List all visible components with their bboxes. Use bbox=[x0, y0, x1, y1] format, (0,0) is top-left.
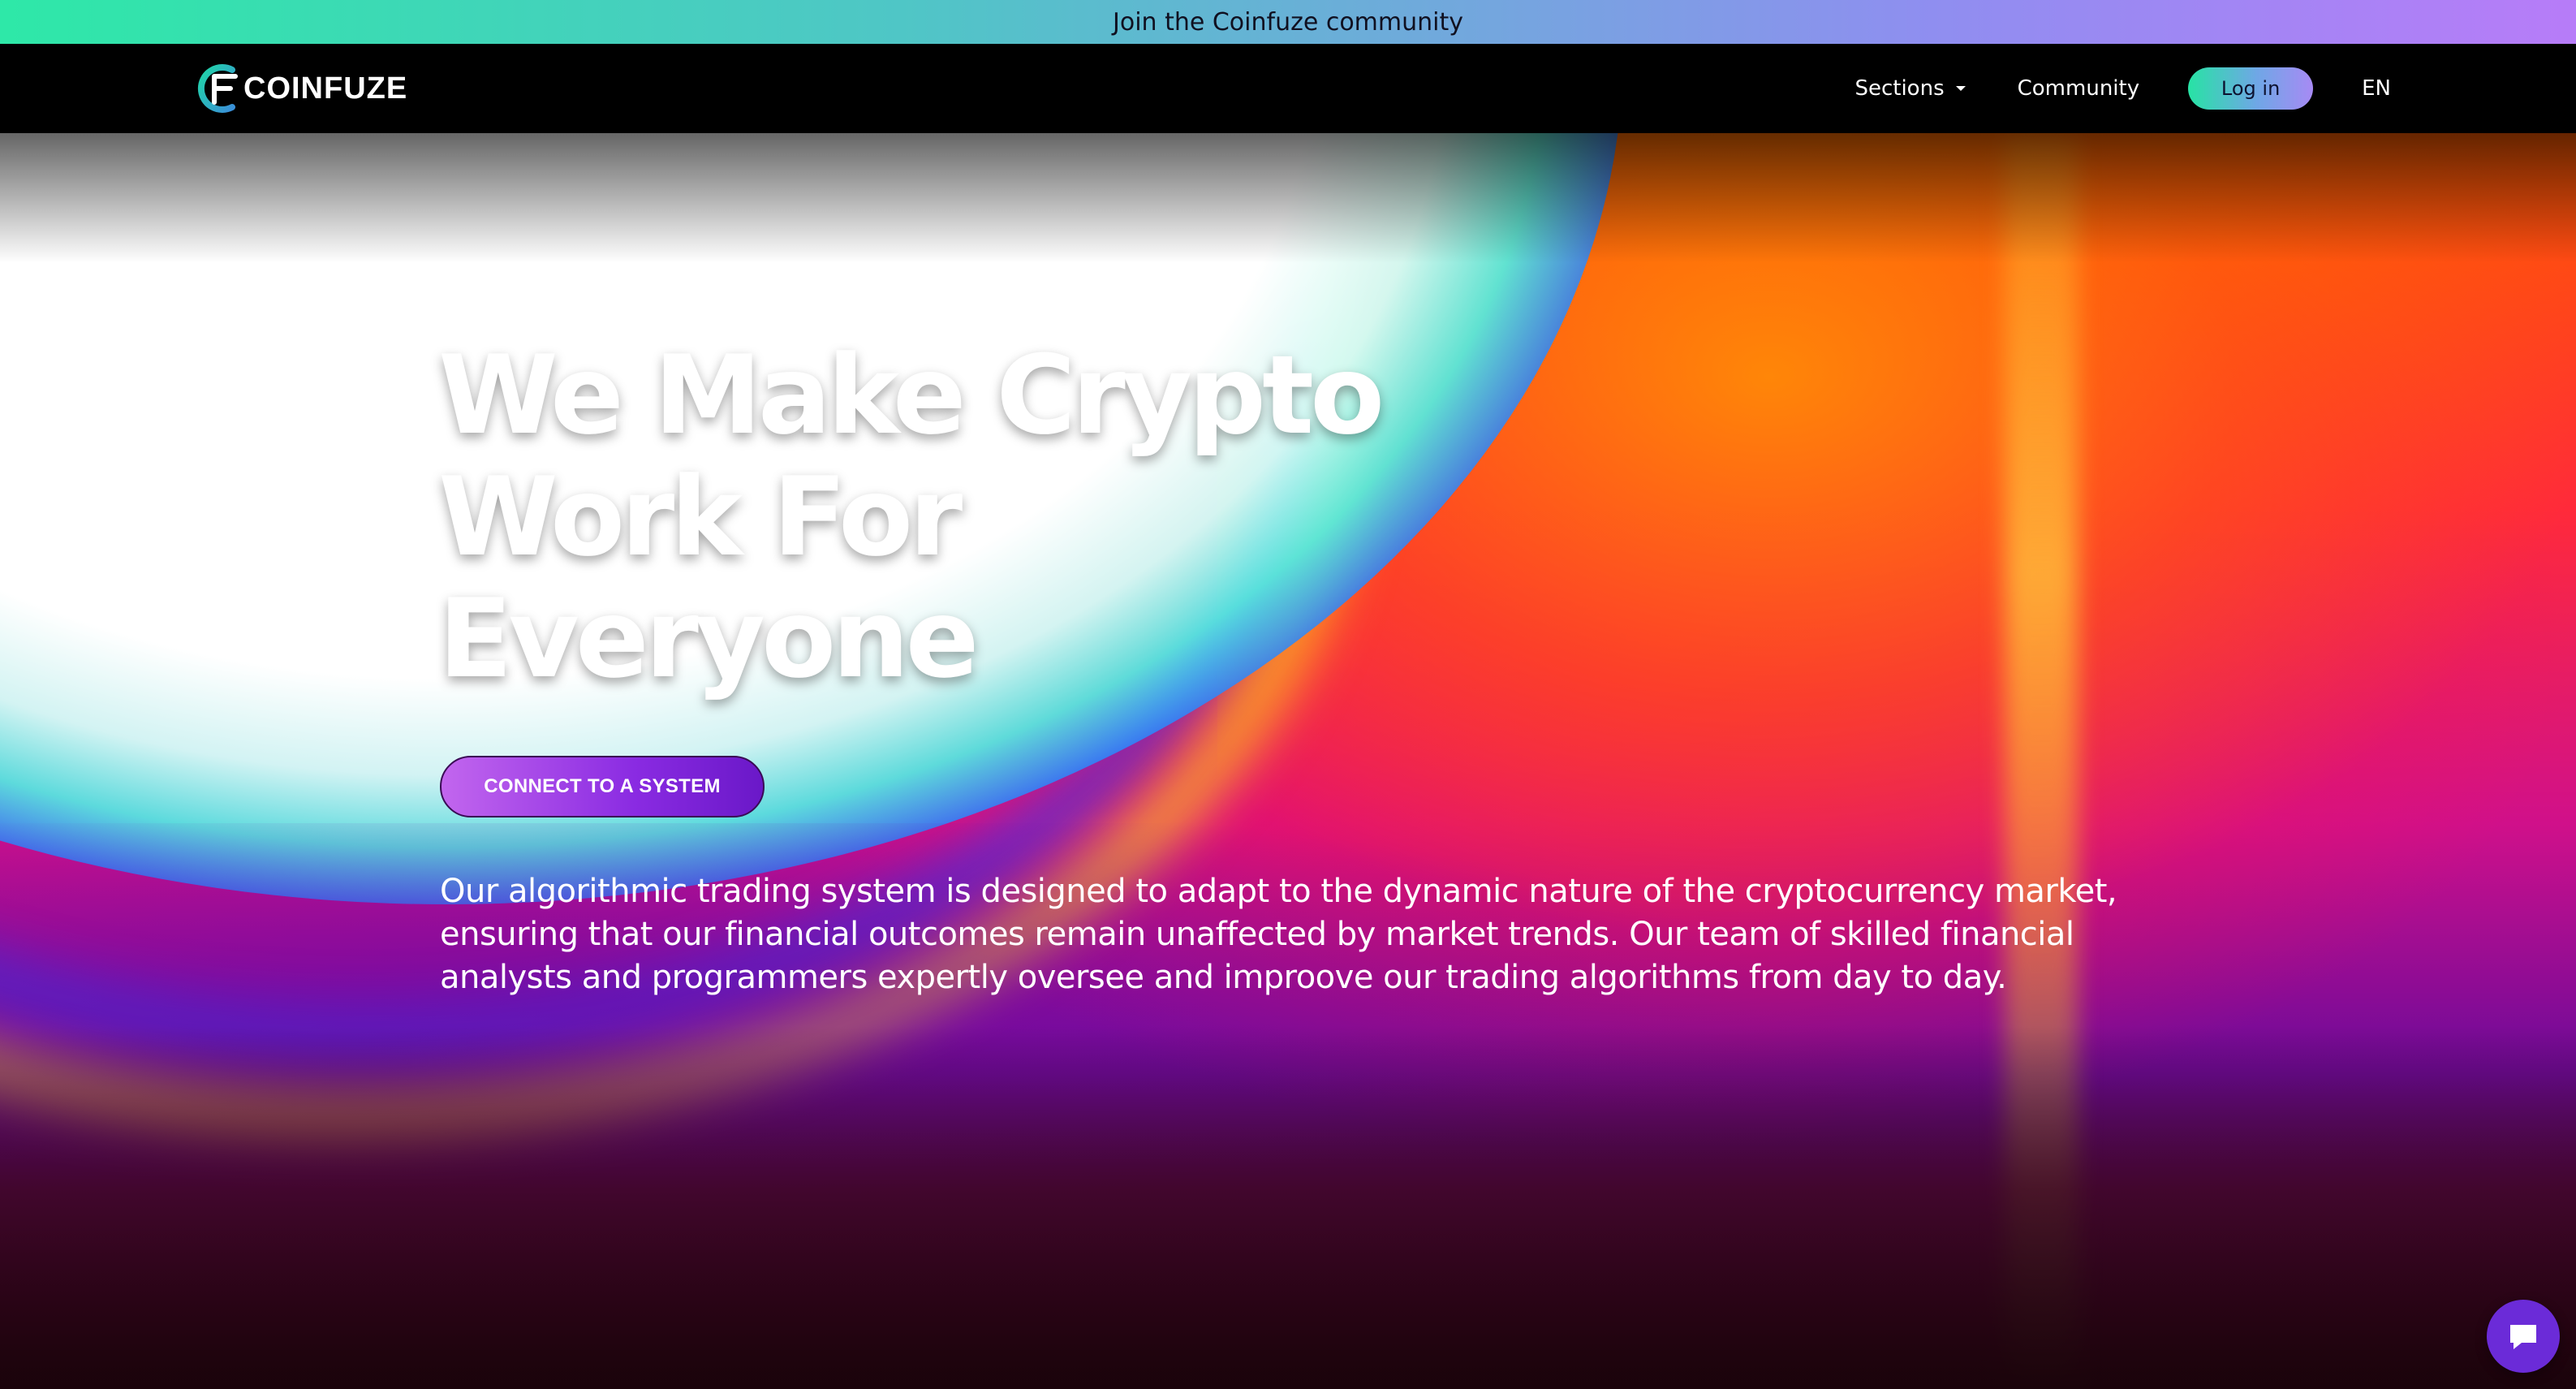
hero-section bbox=[0, 133, 2576, 1389]
hero-title-line-3: Everyone bbox=[438, 576, 980, 702]
connect-button-label: CONNECT TO A SYSTEM bbox=[484, 775, 721, 797]
login-button[interactable]: Log in bbox=[2188, 67, 2314, 110]
hero-bottom-fade bbox=[0, 1026, 2576, 1389]
login-button-label: Log in bbox=[2221, 77, 2281, 100]
community-banner[interactable]: Join the Coinfuze community bbox=[0, 0, 2576, 44]
nav-sections-label: Sections bbox=[1854, 76, 1945, 101]
chat-icon bbox=[2510, 1325, 2536, 1349]
nav-community-link[interactable]: Community bbox=[2018, 76, 2139, 101]
nav-sections-dropdown[interactable]: Sections bbox=[1854, 76, 1966, 101]
hero-title: We Make Crypto Work For Everyone bbox=[438, 334, 1412, 700]
logo[interactable]: COINFUZE bbox=[196, 62, 407, 115]
hero-background-glow bbox=[1217, 133, 2576, 945]
chat-button[interactable] bbox=[2487, 1300, 2560, 1373]
chevron-down-icon bbox=[1955, 86, 1966, 91]
hero-title-line-1: We Make Crypto bbox=[438, 332, 1385, 459]
nav-menu: Sections Community Log in EN bbox=[1854, 66, 2391, 111]
hero-description: Our algorithmic trading system is design… bbox=[440, 873, 2117, 996]
navbar: COINFUZE Sections Community Log in EN bbox=[0, 44, 2576, 133]
language-selector[interactable]: EN bbox=[2362, 76, 2391, 101]
nav-community-label: Community bbox=[2017, 76, 2140, 101]
connect-to-system-button[interactable]: CONNECT TO A SYSTEM bbox=[440, 756, 765, 817]
hero-title-line-2: Work For bbox=[438, 454, 963, 580]
hero-background-streak bbox=[2005, 133, 2078, 1389]
community-banner-text: Join the Coinfuze community bbox=[1113, 7, 1463, 37]
coinfuze-logo-icon bbox=[197, 64, 238, 113]
hero-top-fade bbox=[0, 133, 2576, 263]
logo-text: COINFUZE bbox=[243, 71, 408, 106]
